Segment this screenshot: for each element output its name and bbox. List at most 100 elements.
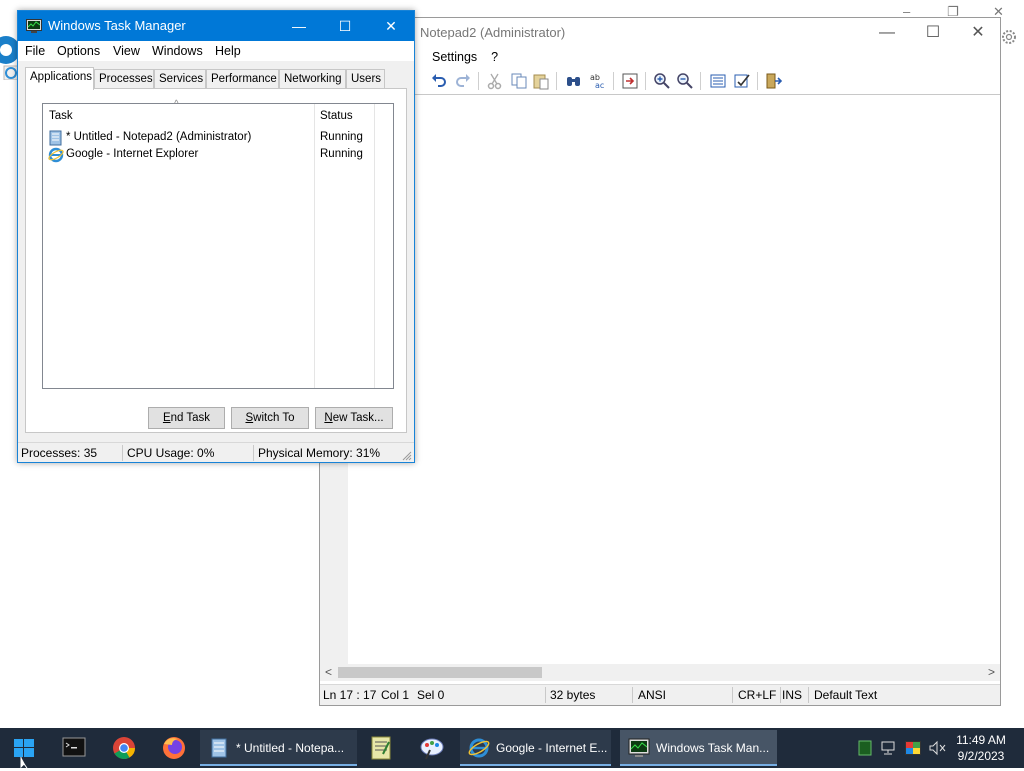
zoom-out-icon[interactable] [676,72,694,90]
column-task[interactable]: Task [49,110,73,122]
volume-muted-icon[interactable] [928,740,948,756]
background-gear-icon[interactable] [1000,28,1018,46]
horizontal-scrollbar[interactable]: < > [320,664,1000,681]
task-name: Google - Internet Explorer [66,148,199,160]
task-row[interactable]: * Untitled - Notepad2 (Administrator) Ru… [48,130,388,147]
switch-to-mnemonic: S [245,412,254,424]
taskbar-item-label: Windows Task Man... [656,741,770,755]
undo-icon[interactable] [430,72,448,90]
switch-to-label: witch To [253,412,295,424]
menu-windows[interactable]: Windows [152,44,203,58]
replace-icon[interactable]: ab ac [589,72,607,90]
system-tray [852,728,952,768]
task-name: * Untitled - Notepad2 (Administrator) [66,131,252,143]
menu-file[interactable]: File [25,44,45,58]
paste-icon[interactable] [532,72,550,90]
tm-maximize-button[interactable]: ☐ [322,11,368,41]
end-task-label: nd Task [170,412,211,424]
switch-to-button[interactable]: Switch To [231,407,309,429]
task-list[interactable]: Task ^ Status * Untitled - Notepad2 (Adm… [42,99,394,389]
status-eol[interactable]: CR+LF [738,688,776,702]
new-task-button[interactable]: New Task... [315,407,393,429]
terminal-icon[interactable] [52,732,96,764]
notepad2-pinned-icon[interactable] [359,732,403,764]
notepad2-maximize-button[interactable]: ☐ [918,22,948,44]
tab-performance[interactable]: Performance [206,69,279,89]
status-col: Col 1 [381,688,410,702]
paint-icon[interactable] [410,732,454,764]
tab-networking[interactable]: Networking [279,69,346,89]
new-task-mnemonic: N [324,412,333,424]
scroll-thumb[interactable] [338,667,542,678]
copy-icon[interactable] [510,72,528,90]
notepad2-minimize-button[interactable]: — [872,22,902,44]
zoom-in-icon[interactable] [653,72,671,90]
clock-date: 9/2/2023 [957,749,1005,763]
status-line: Ln 17 : 17 [323,688,377,702]
end-task-button[interactable]: End Task [148,407,225,429]
notepad2-title: Notepad2 (Administrator) [420,25,566,40]
sort-indicator: ^ [174,99,179,110]
notepad2-toolbar: ab ac [420,70,790,94]
task-list-header: Task ^ Status [43,99,393,126]
tm-close-button[interactable]: ✕ [368,11,414,41]
notepad2-icon [48,130,64,146]
tm-minimize-button[interactable]: — [276,11,322,41]
new-task-label: ew Task... [332,412,384,424]
tab-processes[interactable]: Processes [94,69,154,89]
task-status: Running [320,148,363,160]
menu-options[interactable]: Options [57,44,100,58]
status-size: 32 bytes [550,688,596,702]
task-manager-titlebar[interactable]: Windows Task Manager — ☐ ✕ [18,11,414,41]
tab-applications[interactable]: Applications [25,67,94,90]
task-row[interactable]: Google - Internet Explorer Running [48,147,388,164]
end-task-mnemonic: E [162,412,171,424]
tab-users[interactable]: Users [346,69,385,89]
task-manager-window[interactable]: Windows Task Manager — ☐ ✕ File Options … [17,10,415,463]
status-memory: Physical Memory: 31% [258,446,381,460]
start-button[interactable] [0,728,48,769]
taskbar-item-label: * Untitled - Notepa... [236,741,345,755]
tray-app-icon[interactable] [858,740,872,756]
status-mode[interactable]: INS [782,688,802,702]
menu-settings[interactable]: Settings [432,50,477,64]
redo-icon[interactable] [454,72,472,90]
menu-help[interactable]: Help [215,44,241,58]
notepad2-menubar: Settings? [432,50,512,64]
tab-services[interactable]: Services [154,69,206,89]
taskbar-clock[interactable]: 11:49 AM 9/2/2023 [946,732,1016,764]
task-manager-menubar: File Options View Windows Help [18,41,414,61]
notepad2-close-button[interactable]: ✕ [963,22,993,44]
taskbar-item-notepad2[interactable]: * Untitled - Notepa... [200,730,357,766]
customize-icon[interactable] [733,72,751,90]
find-icon[interactable] [565,72,583,90]
firefox-icon[interactable] [152,732,196,764]
internet-explorer-icon [468,737,490,759]
resize-grip[interactable] [402,450,412,461]
notepad2-window[interactable]: Notepad2 (Administrator) — ☐ ✕ Settings?… [319,17,1001,706]
taskbar-item-task-manager[interactable]: Windows Task Man... [620,730,777,766]
menu-view[interactable]: View [113,44,140,58]
exit-icon[interactable] [765,72,783,90]
color-tray-icon[interactable] [904,740,922,756]
scroll-left-button[interactable]: < [320,664,337,681]
scroll-right-button[interactable]: > [983,664,1000,681]
notepad2-editor[interactable] [320,94,1000,665]
task-manager-title: Windows Task Manager [48,18,186,33]
task-manager-icon [628,737,650,759]
status-processes: Processes: 35 [21,446,98,460]
network-icon[interactable] [880,740,898,756]
goto-icon[interactable] [621,72,639,90]
cut-icon[interactable] [486,72,504,90]
menu-help[interactable]: ? [491,50,498,64]
taskbar: * Untitled - Notepa... Google - Internet… [0,728,1024,769]
chrome-icon[interactable] [102,732,146,764]
task-status: Running [320,131,363,143]
taskbar-item-internet-explorer[interactable]: Google - Internet E... [460,730,611,766]
task-manager-icon [26,18,42,34]
status-scheme[interactable]: Default Text [814,688,877,702]
status-encoding[interactable]: ANSI [638,688,666,702]
column-status[interactable]: Status [320,110,353,122]
scheme-icon[interactable] [709,72,727,90]
internet-explorer-icon [48,147,64,163]
